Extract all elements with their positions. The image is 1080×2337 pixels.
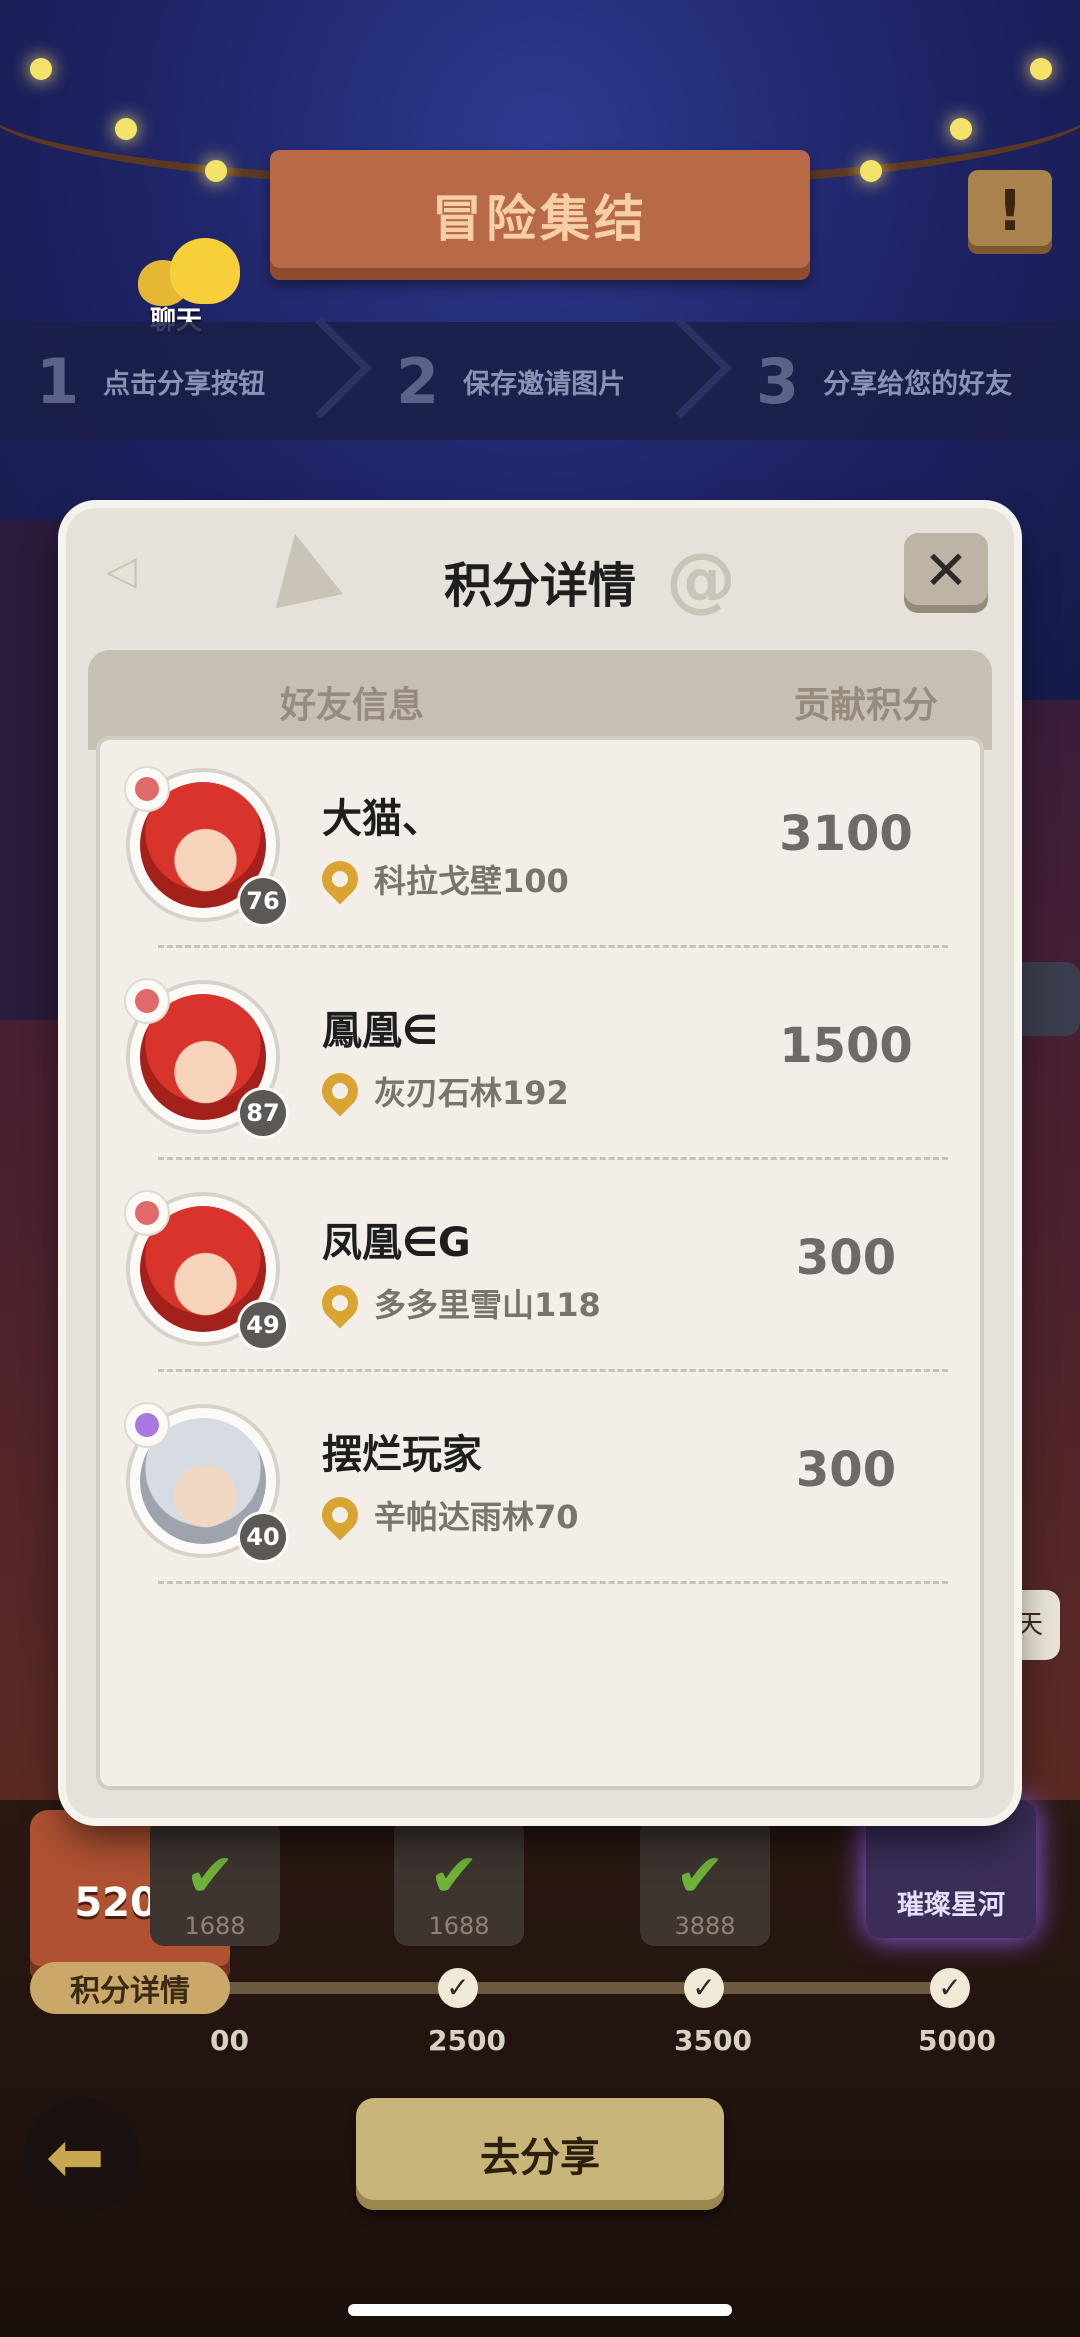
light-bulb <box>205 160 227 182</box>
avatar[interactable]: 76 <box>126 768 286 924</box>
milestone-check-icon: ✓ <box>684 1968 724 2008</box>
column-friend-info: 好友信息 <box>280 685 425 726</box>
step-text: 点击分享按钮 <box>103 368 266 400</box>
milestone-check-icon: ✓ <box>438 1968 478 2008</box>
location-pin-icon <box>314 1277 366 1329</box>
friend-location: 科拉戈壁100 <box>314 853 569 905</box>
close-icon: ✕ <box>923 539 969 602</box>
class-badge-icon <box>126 980 168 1022</box>
points-detail-modal: ▲ @ ◁ 积分详情 ✕ 好友信息 贡献积分 76 大猫、 科拉戈壁100 31… <box>66 502 1014 1818</box>
reward-value: 1688 <box>428 1912 490 1940</box>
location-text: 多多里雪山118 <box>374 1286 601 1324</box>
class-badge-icon <box>126 1404 168 1446</box>
contribution-score: 300 <box>795 1230 897 1286</box>
light-bulb <box>115 118 137 140</box>
avatar[interactable]: 40 <box>126 1404 286 1560</box>
step-text: 分享给您的好友 <box>823 368 1013 400</box>
chat-bubble-icon <box>170 238 240 304</box>
milestone-label: 00 <box>210 2024 249 2057</box>
reward-value: 3888 <box>674 1912 736 1940</box>
share-steps: 1 点击分享按钮 2 保存邀请图片 3 分享给您的好友 <box>0 316 1080 440</box>
milestone-check-icon: ✓ <box>930 1968 970 2008</box>
special-reward-label: 璀璨星河 <box>897 1890 1005 1921</box>
close-button[interactable]: ✕ <box>904 533 988 613</box>
friend-name: 鳳凰∈ <box>322 1008 438 1054</box>
location-pin-icon <box>314 1489 366 1541</box>
check-icon: ✔ <box>185 1841 236 1911</box>
milestone-label: 2500 <box>428 2024 506 2057</box>
friend-row[interactable]: 49 凤凰∈G 多多里雪山118 300 <box>96 1160 984 1372</box>
step-1: 1 点击分享按钮 <box>0 316 372 419</box>
step-text: 保存邀请图片 <box>463 368 626 400</box>
check-icon: ✔ <box>429 1841 480 1911</box>
step-number: 2 <box>396 344 440 418</box>
contribution-score: 1500 <box>779 1018 913 1074</box>
home-indicator[interactable] <box>348 2304 732 2316</box>
friend-location: 灰刃石林192 <box>314 1065 569 1117</box>
class-badge-icon <box>126 768 168 810</box>
light-bulb <box>860 160 882 182</box>
location-pin-icon <box>314 853 366 905</box>
points-progress-track <box>150 1982 950 1994</box>
special-reward-box[interactable]: 璀璨星河 <box>866 1800 1036 1938</box>
location-text: 辛帕达雨林70 <box>374 1498 579 1536</box>
level-badge: 40 <box>240 1514 286 1560</box>
light-bulb <box>950 118 972 140</box>
event-banner: 冒险集结 <box>270 150 810 280</box>
class-badge-icon <box>126 1192 168 1234</box>
chevron-right-icon <box>630 316 732 419</box>
reward-box[interactable]: ✔ 1688 <box>394 1818 524 1946</box>
avatar[interactable]: 49 <box>126 1192 286 1348</box>
friend-name: 凤凰∈G <box>322 1220 471 1266</box>
friend-name: 摆烂玩家 <box>322 1432 482 1478</box>
modal-title: 积分详情 <box>443 558 636 614</box>
location-pin-icon <box>314 1065 366 1117</box>
table-header: 好友信息 贡献积分 <box>88 650 992 750</box>
friend-row[interactable]: 40 摆烂玩家 辛帕达雨林70 300 <box>96 1372 984 1584</box>
level-badge: 87 <box>240 1090 286 1136</box>
milestone-label: 5000 <box>918 2024 996 2057</box>
avatar[interactable]: 87 <box>126 980 286 1136</box>
friend-location: 多多里雪山118 <box>314 1277 601 1329</box>
arrow-left-icon: ⬅ <box>46 2116 105 2198</box>
reward-box[interactable]: ✔ 3888 <box>640 1818 770 1946</box>
location-text: 灰刃石林192 <box>374 1074 569 1112</box>
chevron-right-icon <box>270 316 372 419</box>
level-badge: 49 <box>240 1302 286 1348</box>
banner-title: 冒险集结 <box>432 190 648 248</box>
check-icon: ✔ <box>675 1841 726 1911</box>
back-button[interactable]: ⬅ <box>24 2098 140 2214</box>
reward-box[interactable]: ✔ 1688 <box>150 1818 280 1946</box>
step-2: 2 保存邀请图片 <box>360 316 732 419</box>
milestone-label: 3500 <box>674 2024 752 2057</box>
light-bulb <box>1030 58 1052 80</box>
friend-row[interactable]: 87 鳳凰∈ 灰刃石林192 1500 <box>96 948 984 1160</box>
friend-list[interactable]: 76 大猫、 科拉戈壁100 3100 87 鳳凰∈ 灰刃石林192 1500 <box>96 736 984 1790</box>
location-text: 科拉戈壁100 <box>374 862 569 900</box>
reward-value: 1688 <box>184 1912 246 1940</box>
contribution-score: 3100 <box>779 806 913 862</box>
level-badge: 76 <box>240 878 286 924</box>
column-contribution: 贡献积分 <box>794 685 939 726</box>
light-bulb <box>30 58 52 80</box>
background-tower <box>0 520 70 1020</box>
points-detail-button[interactable]: 积分详情 <box>30 1962 230 2014</box>
divider <box>158 1581 948 1584</box>
friend-name: 大猫、 <box>322 796 442 842</box>
share-button[interactable]: 去分享 <box>356 2098 724 2210</box>
friend-location: 辛帕达雨林70 <box>314 1489 579 1541</box>
step-number: 1 <box>36 344 80 418</box>
friend-row[interactable]: 76 大猫、 科拉戈壁100 3100 <box>96 736 984 948</box>
step-3: 3 分享给您的好友 <box>720 345 1080 418</box>
step-number: 3 <box>756 344 800 418</box>
contribution-score: 300 <box>795 1442 897 1498</box>
rules-book-icon[interactable]: ! <box>968 170 1052 254</box>
